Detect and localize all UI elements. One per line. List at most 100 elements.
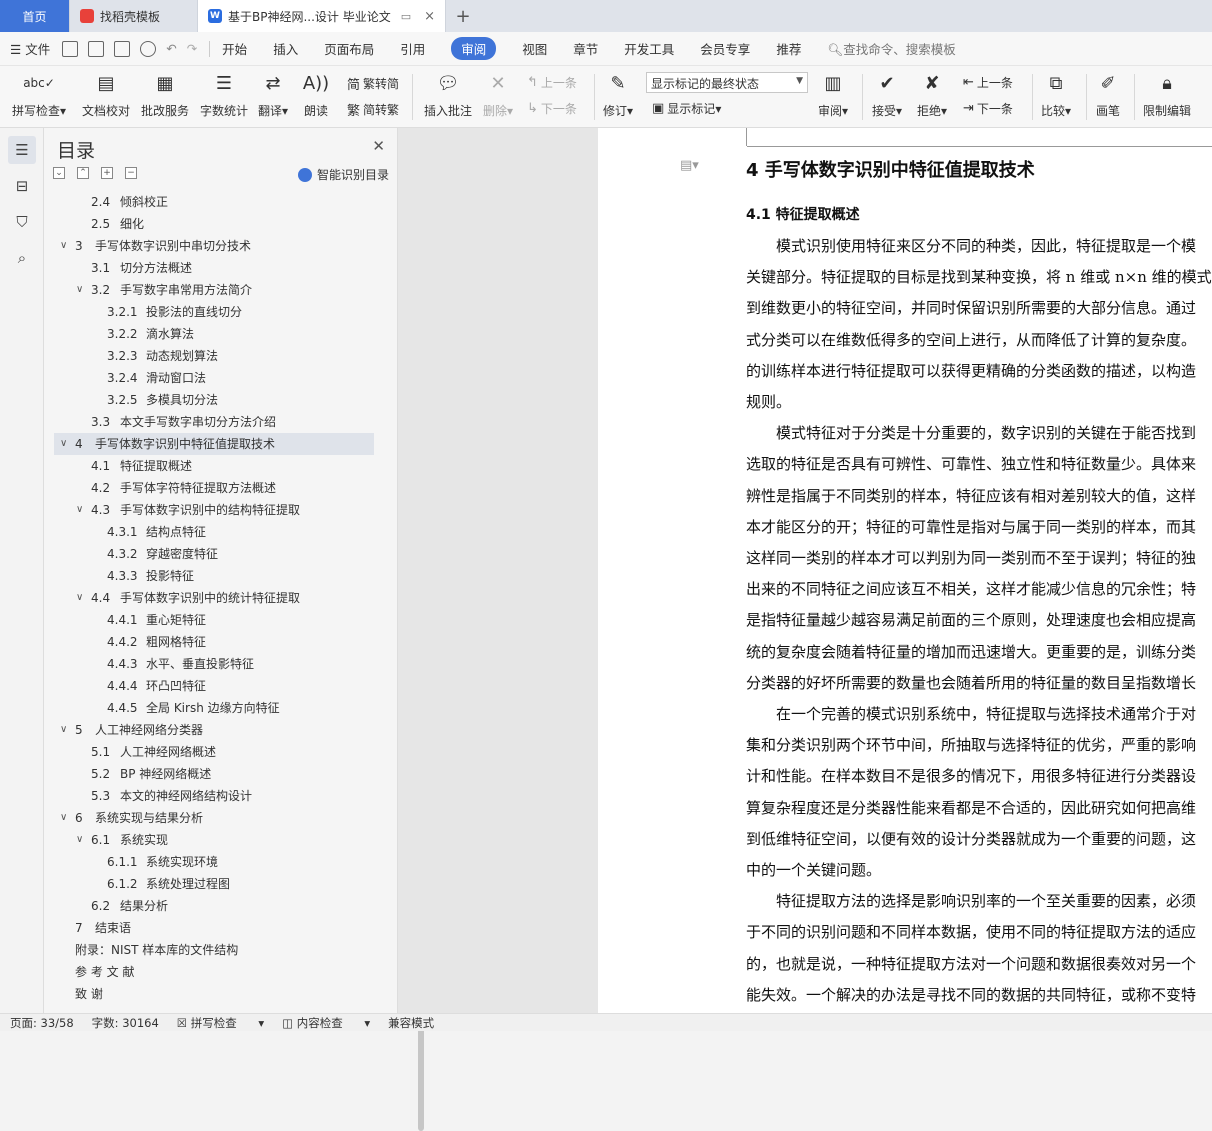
paragraph-icon[interactable]: ▤▾ — [680, 158, 699, 173]
tab-template[interactable]: 找稻壳模板 — [70, 0, 198, 32]
toc-item[interactable]: 4.4.4 环凸凹特征 — [54, 675, 374, 697]
simp-to-trad-button[interactable]: 繁简转繁 — [347, 100, 399, 119]
doc-proof-button[interactable]: ▤ 文档校对 — [82, 70, 130, 119]
markup-status-select[interactable]: 显示标记的最终状态 ▼ — [646, 72, 808, 93]
toc-item[interactable]: 3.2.5 多模具切分法 — [54, 389, 374, 411]
toc-item[interactable]: 4.4.2 粗网格特征 — [54, 631, 374, 653]
chevron-down-icon[interactable]: ∨ — [60, 807, 67, 829]
menu-layout[interactable]: 页面布局 — [324, 39, 374, 58]
text-line[interactable]: 出来的不同特征之间应该互不相关，这样才能减少信息的冗余性；特 — [746, 578, 1196, 599]
toc-item[interactable]: 4.4.5 全局 Kirsh 边缘方向特征 — [54, 697, 374, 719]
trad-to-simp-button[interactable]: 简繁转简 — [347, 74, 399, 93]
text-line[interactable]: 规则。 — [746, 391, 791, 412]
accept-button[interactable]: ✔ 接受▾ — [872, 70, 902, 119]
subsection-heading[interactable]: 4.1 特征提取概述 — [746, 204, 860, 224]
undo-icon[interactable]: ↶ — [166, 41, 176, 56]
bookmark-icon[interactable]: ⛉ — [8, 208, 36, 236]
save-icon[interactable] — [62, 40, 79, 57]
text-line[interactable]: 能失效。一个解决的办法是寻找不同的数据的共同特征，或称不变特 — [746, 984, 1196, 1005]
menu-chapter[interactable]: 章节 — [573, 39, 598, 58]
spell-check-button[interactable]: abc✓ 拼写检查▾ — [12, 70, 66, 119]
menu-devtools[interactable]: 开发工具 — [624, 39, 674, 58]
section-heading[interactable]: 4 手写体数字识别中特征值提取技术 — [746, 156, 1035, 182]
text-line[interactable]: 到低维特征空间，以便有效的设计分类器就成为一个重要的问题，这 — [746, 828, 1196, 849]
toc-item[interactable]: 3.2.4 滑动窗口法 — [54, 367, 374, 389]
toc-item[interactable]: 2.4 倾斜校正 — [54, 191, 374, 213]
tab-home[interactable]: 首页 — [0, 0, 70, 32]
batch-service-button[interactable]: ▦ 批改服务 — [141, 70, 189, 119]
next-comment-button[interactable]: ↳ 下一条 — [527, 100, 577, 117]
pen-button[interactable]: ✐ 画笔 — [1095, 70, 1121, 119]
chevron-down-icon[interactable]: ∨ — [76, 499, 83, 521]
read-aloud-button[interactable]: A)) 朗读 — [303, 70, 329, 119]
text-line[interactable]: 算复杂程度还是分类器性能来看都是不合适的，因此研究如何把高维 — [746, 797, 1196, 818]
minus-icon[interactable]: − — [125, 167, 137, 179]
toc-item[interactable]: 2.5 细化 — [54, 213, 374, 235]
toc-item[interactable]: 4.3.3 投影特征 — [54, 565, 374, 587]
text-line[interactable]: 是指特征量越少越容易满足前面的三个原则，处理速度也会相应提高 — [746, 609, 1196, 630]
toc-item[interactable]: 4.3.2 穿越密度特征 — [54, 543, 374, 565]
text-line[interactable]: 本才能区分的开；特征的可靠性是指对与属于同一类别的样本，而其 — [746, 516, 1196, 537]
text-line[interactable]: 在一个完善的模式识别系统中，特征提取与选择技术通常介于对 — [746, 703, 1196, 724]
reject-button[interactable]: ✘ 拒绝▾ — [917, 70, 947, 119]
toc-item[interactable]: 4.2 手写体字符特征提取方法概述 — [54, 477, 374, 499]
menu-reference[interactable]: 引用 — [400, 39, 425, 58]
redo-icon[interactable]: ↷ — [187, 41, 197, 56]
smart-toc-button[interactable]: 智能识别目录 — [297, 166, 389, 183]
search-icon[interactable]: ⌕ — [8, 244, 36, 272]
toc-item[interactable]: 参 考 文 献 — [54, 961, 374, 983]
toc-item[interactable]: 3.3 本文手写数字串切分方法介绍 — [54, 411, 374, 433]
tab-document[interactable]: W 基于BP神经网...设计 毕业论文 ▭ × — [198, 0, 446, 32]
text-line[interactable]: 式分类可以在维数低得多的空间上进行，从而降低了计算的复杂度。 — [746, 329, 1196, 350]
insert-comment-button[interactable]: 💬︎ 插入批注 — [424, 70, 472, 119]
prev-change-button[interactable]: ⇤ 上一条 — [963, 74, 1013, 91]
toc-item[interactable]: 3.2.1 投影法的直线切分 — [54, 301, 374, 323]
translate-button[interactable]: ⇄ 翻译▾ — [258, 70, 288, 119]
text-line[interactable]: 特征提取方法的选择是影响识别率的一个至关重要的因素，必须 — [746, 890, 1196, 911]
close-icon[interactable]: ✕ — [372, 137, 385, 155]
delete-comment-button[interactable]: ✕ 删除▾ — [483, 70, 513, 119]
menu-recommend[interactable]: 推荐 — [776, 39, 801, 58]
text-line[interactable]: 统的复杂度会随着特征量的增加而迅速增大。更重要的是，训练分类 — [746, 641, 1196, 662]
command-search[interactable]: 🔍︎查找命令、搜索模板 — [827, 39, 955, 58]
chevron-down-icon[interactable]: ∨ — [60, 433, 67, 455]
text-line[interactable]: 辨性是指属于不同类别的样本，特征应该有相对差别较大的值，这样 — [746, 485, 1196, 506]
show-markup-button[interactable]: ▣ 显示标记 ▾ — [652, 100, 721, 117]
prev-comment-button[interactable]: ↰ 上一条 — [527, 74, 577, 91]
preview-icon[interactable] — [140, 40, 157, 57]
toc-item[interactable]: ∨ 4 手写体数字识别中特征值提取技术 — [54, 433, 374, 455]
text-line[interactable]: 于不同的识别问题和不同样本数据，使用不同的特征提取方法的适应 — [746, 921, 1196, 942]
text-line[interactable]: 计和性能。在样本数目不是很多的情况下，用很多特征进行分类器设 — [746, 765, 1196, 786]
toc-item[interactable]: 3.1 切分方法概述 — [54, 257, 374, 279]
toc-item[interactable]: 致 谢 — [54, 983, 374, 1005]
document-page[interactable]: 4 手写体数字识别中特征值提取技术 4.1 特征提取概述 模式识别使用特征来区分… — [598, 128, 1212, 1013]
chevron-down-icon[interactable]: ∨ — [76, 587, 83, 609]
review-pane-button[interactable]: ▥ 审阅▾ — [818, 70, 848, 119]
monitor-icon[interactable]: ▭ — [401, 10, 411, 23]
toc-item[interactable]: 7 结束语 — [54, 917, 374, 939]
toc-item[interactable]: ∨ 6.1 系统实现 — [54, 829, 374, 851]
toc-item[interactable]: 4.1 特征提取概述 — [54, 455, 374, 477]
text-line[interactable]: 的，也就是说，一种特征提取方法对一个问题和数据很奏效对另一个 — [746, 953, 1196, 974]
chevron-down-icon[interactable]: ∨ — [76, 279, 83, 301]
collapse-all-icon[interactable]: ⌄ — [53, 167, 65, 179]
toc-item[interactable]: ∨ 4.4 手写体数字识别中的统计特征提取 — [54, 587, 374, 609]
toc-item[interactable]: ∨ 3.2 手写数字串常用方法简介 — [54, 279, 374, 301]
compare-button[interactable]: ⧉ 比较▾ — [1041, 70, 1071, 119]
print-icon[interactable] — [114, 40, 131, 57]
text-line[interactable]: 到维数更小的特征空间，并同时保留识别所需要的大部分信息。通过 — [746, 297, 1196, 318]
toc-item[interactable]: ∨ 4.3 手写体数字识别中的结构特征提取 — [54, 499, 374, 521]
status-content-check[interactable]: ◫ 内容检查 ▾ — [282, 1015, 370, 1031]
toc-item[interactable]: 3.2.2 滴水算法 — [54, 323, 374, 345]
word-count[interactable]: 字数: 30164 — [92, 1015, 159, 1031]
export-icon[interactable] — [88, 40, 105, 57]
menu-member[interactable]: 会员专享 — [700, 39, 750, 58]
chevron-down-icon[interactable]: ∨ — [60, 235, 67, 257]
expand-all-icon[interactable]: ⌃ — [77, 167, 89, 179]
text-line[interactable]: 模式特征对于分类是十分重要的，数字识别的关键在于能否找到 — [746, 422, 1196, 443]
toc-item[interactable]: 4.4.3 水平、垂直投影特征 — [54, 653, 374, 675]
chapter-nav-icon[interactable]: ⊟ — [8, 172, 36, 200]
text-line[interactable]: 中的一个关键问题。 — [746, 859, 881, 880]
plus-icon[interactable]: + — [101, 167, 113, 179]
word-count-button[interactable]: ☰ 字数统计 — [200, 70, 248, 119]
